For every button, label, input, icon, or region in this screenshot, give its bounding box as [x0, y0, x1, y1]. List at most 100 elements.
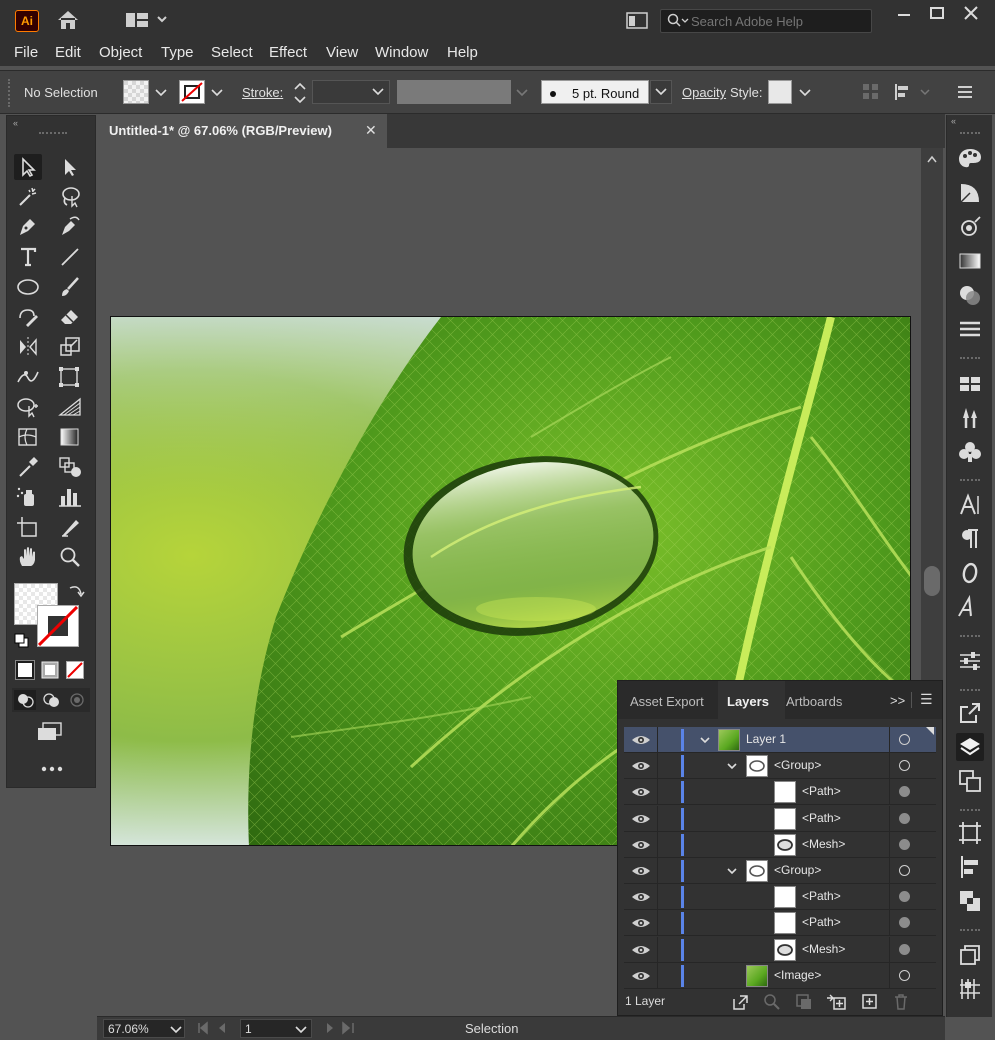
collect-for-export-icon[interactable] [731, 993, 749, 1011]
panel-group-grip-3[interactable] [960, 479, 980, 483]
lock-column[interactable] [657, 858, 658, 884]
layer-row[interactable]: <Path> [624, 805, 936, 832]
profile-dropdown-chevron-icon[interactable] [512, 82, 532, 104]
symbols-panel-icon[interactable] [956, 438, 984, 466]
menu-type[interactable]: Type [161, 44, 194, 61]
appearance-panel-icon[interactable] [956, 213, 984, 241]
align-options-icon[interactable] [893, 83, 933, 101]
layer-name[interactable]: Layer 1 [746, 732, 786, 746]
layer-name[interactable]: <Mesh> [802, 942, 845, 956]
document-tab[interactable]: Untitled-1* @ 67.06% (RGB/Preview) ✕ [97, 114, 387, 148]
zoom-level-field[interactable]: 67.06% [103, 1019, 185, 1038]
target-appearance-icon[interactable] [899, 812, 910, 824]
line-segment-tool-icon[interactable] [56, 244, 84, 270]
color-guide-panel-icon[interactable] [956, 179, 984, 207]
selection-tool-icon[interactable] [14, 154, 42, 180]
workspace-switcher-icon[interactable] [126, 11, 170, 34]
vertical-scroll-thumb[interactable] [924, 566, 940, 596]
gradient-tool-icon[interactable] [56, 424, 84, 450]
layer-name[interactable]: <Mesh> [802, 837, 845, 851]
help-search[interactable] [660, 9, 872, 33]
locate-object-icon[interactable] [763, 993, 781, 1011]
gradient-mode-button[interactable] [41, 661, 59, 679]
opacity-label[interactable]: Opacity [682, 85, 726, 100]
lock-column[interactable] [657, 936, 658, 963]
control-bar-grip[interactable] [8, 79, 10, 107]
perspective-grid-tool-icon[interactable] [56, 394, 84, 420]
gradient-panel-icon[interactable] [956, 247, 984, 275]
layer-name[interactable]: <Path> [802, 784, 841, 798]
layer-row[interactable]: <Group> [624, 858, 936, 884]
blend-tool-icon[interactable] [56, 454, 84, 480]
draw-normal-icon[interactable] [14, 690, 36, 710]
draw-behind-icon[interactable] [40, 690, 62, 710]
default-fill-stroke-icon[interactable] [14, 633, 30, 649]
asset-export-panel-icon[interactable] [956, 699, 984, 727]
layer-name[interactable]: <Group> [774, 863, 821, 877]
toolbar-grip[interactable] [39, 132, 67, 136]
arrange-documents-icon[interactable] [626, 12, 648, 33]
graphic-style-swatch[interactable] [768, 80, 792, 104]
lock-column[interactable] [657, 727, 658, 753]
menu-object[interactable]: Object [99, 44, 142, 61]
panel-group-grip-5[interactable] [960, 689, 980, 693]
home-icon[interactable] [55, 8, 81, 35]
control-bar-menu-icon[interactable] [956, 83, 974, 101]
pathfinder-panel-icon[interactable] [956, 887, 984, 915]
stroke-dropdown-chevron-icon[interactable] [207, 82, 227, 104]
slice-tool-icon[interactable] [56, 514, 84, 540]
paintbrush-tool-icon[interactable] [56, 274, 84, 300]
maximize-button[interactable] [924, 4, 950, 24]
target-appearance-icon[interactable] [899, 969, 910, 981]
lock-column[interactable] [657, 779, 658, 806]
target-appearance-icon[interactable] [899, 760, 910, 772]
transparency-panel-icon[interactable] [956, 281, 984, 309]
symbol-sprayer-tool-icon[interactable] [14, 484, 42, 510]
lock-column[interactable] [657, 831, 658, 858]
style-dropdown-chevron-icon[interactable] [795, 82, 815, 104]
help-search-input[interactable] [691, 13, 866, 29]
hand-tool-icon[interactable] [14, 544, 42, 570]
tab-asset-export[interactable]: Asset Export [630, 694, 704, 709]
target-appearance-icon[interactable] [899, 786, 910, 798]
panel-group-grip[interactable] [960, 132, 980, 136]
layer-row[interactable]: <Mesh> [624, 936, 936, 963]
scroll-up-icon[interactable] [926, 152, 938, 167]
reflect-tool-icon[interactable] [14, 334, 42, 360]
menu-window[interactable]: Window [375, 44, 428, 61]
eraser-tool-icon[interactable] [56, 304, 84, 330]
create-new-layer-icon[interactable] [861, 993, 879, 1011]
none-mode-button[interactable] [66, 661, 84, 679]
edit-toolbar-icon[interactable] [39, 762, 65, 772]
lasso-tool-icon[interactable] [56, 184, 84, 210]
layer-name[interactable]: <Path> [802, 811, 841, 825]
panel-group-grip-6[interactable] [960, 809, 980, 813]
target-appearance-icon[interactable] [899, 943, 910, 955]
variable-width-profile[interactable] [397, 80, 511, 104]
target-appearance-icon[interactable] [899, 838, 910, 850]
delete-layer-icon[interactable] [892, 993, 910, 1011]
shaper-tool-icon[interactable] [14, 304, 42, 330]
change-screen-mode-icon[interactable] [35, 720, 65, 744]
image-trace-panel-icon[interactable] [956, 975, 984, 1003]
menu-effect[interactable]: Effect [269, 44, 307, 61]
lock-column[interactable] [657, 884, 658, 911]
color-mode-button[interactable] [15, 660, 35, 680]
lock-column[interactable] [657, 962, 658, 989]
fill-dropdown-chevron-icon[interactable] [151, 82, 171, 104]
layer-row[interactable]: <Path> [624, 884, 936, 911]
layer-name[interactable]: <Path> [802, 915, 841, 929]
close-button[interactable] [958, 4, 984, 24]
artboards-panel-icon[interactable] [956, 767, 984, 795]
stroke-color-swatch[interactable] [179, 80, 205, 104]
menu-select[interactable]: Select [211, 44, 253, 61]
visibility-eye-icon[interactable] [630, 968, 652, 984]
transform-panel-icon[interactable] [956, 819, 984, 847]
visibility-eye-icon[interactable] [630, 732, 652, 748]
curvature-tool-icon[interactable] [56, 214, 84, 240]
target-appearance-icon[interactable] [899, 891, 910, 903]
lock-column[interactable] [657, 805, 658, 832]
magic-wand-tool-icon[interactable] [14, 184, 42, 210]
make-clipping-mask-icon[interactable] [795, 993, 813, 1011]
width-tool-icon[interactable] [14, 364, 42, 390]
